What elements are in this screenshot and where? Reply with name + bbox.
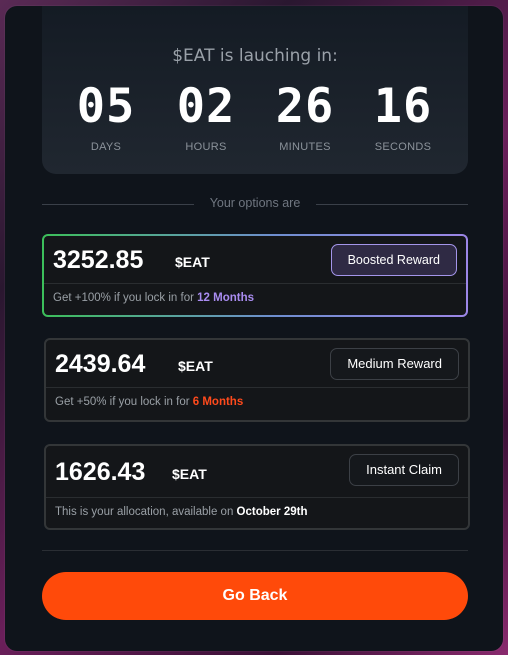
option-lock-duration: 6 Months [192,396,244,408]
option-description-text: Get +100% if you lock in for [53,292,198,304]
option-description: Get +100% if you lock in for 12 Months [44,284,466,314]
option-token-unit: $EAT [172,466,207,482]
minutes-value: 26 [275,79,335,134]
countdown-minutes: 26 MINUTES [260,79,350,154]
option-card-instant: 1626.43 $EAT Instant Claim This is your … [44,444,470,530]
option-card-header: 2439.64 $EAT Medium Reward [46,340,468,388]
days-label: DAYS [90,141,122,153]
countdown-hours: 02 HOURS [161,79,251,154]
option-lock-duration: 12 Months [197,292,255,304]
options-divider: Your options are [42,196,468,212]
option-amount: 1626.43 [55,458,146,486]
countdown-days: 05 DAYS [61,79,151,154]
seconds-label: SECONDS [374,141,432,153]
option-card-medium: 2439.64 $EAT Medium Reward Get +50% if y… [44,338,470,422]
medium-reward-button[interactable]: Medium Reward [330,348,459,380]
option-card-header: 1626.43 $EAT Instant Claim [46,446,468,498]
option-card-header: 3252.85 $EAT Boosted Reward [44,236,466,284]
option-description: This is your allocation, available on Oc… [46,498,468,528]
claim-date: October 29th [236,506,308,518]
instant-claim-button[interactable]: Instant Claim [349,454,459,486]
go-back-button[interactable]: Go Back [42,572,468,620]
days-value: 05 [76,79,136,134]
launch-modal: $EAT is lauching in: 05 DAYS 02 HOURS 26… [5,6,503,651]
countdown-timer: 05 DAYS 02 HOURS 26 MINUTES 16 SECONDS [42,80,468,160]
hours-value: 02 [176,79,236,134]
option-amount: 3252.85 [53,246,144,274]
countdown-title: $EAT is lauching in: [172,46,338,66]
option-description-text: This is your allocation, available on [55,506,237,518]
option-token-unit: $EAT [175,254,210,270]
countdown-panel: $EAT is lauching in: 05 DAYS 02 HOURS 26… [42,6,468,174]
option-description: Get +50% if you lock in for 6 Months [46,388,468,418]
hours-label: HOURS [185,141,227,153]
divider-line-right [316,204,468,205]
option-token-unit: $EAT [178,358,213,374]
boosted-reward-button[interactable]: Boosted Reward [330,244,457,276]
footer-divider [42,550,468,551]
option-card-boosted: 3252.85 $EAT Boosted Reward Get +100% if… [42,234,468,317]
seconds-value: 16 [373,79,433,134]
countdown-seconds: 16 SECONDS [358,79,448,154]
option-amount: 2439.64 [55,350,146,378]
options-heading: Your options are [209,196,301,210]
option-description-text: Get +50% if you lock in for [55,396,193,408]
minutes-label: MINUTES [279,141,331,153]
